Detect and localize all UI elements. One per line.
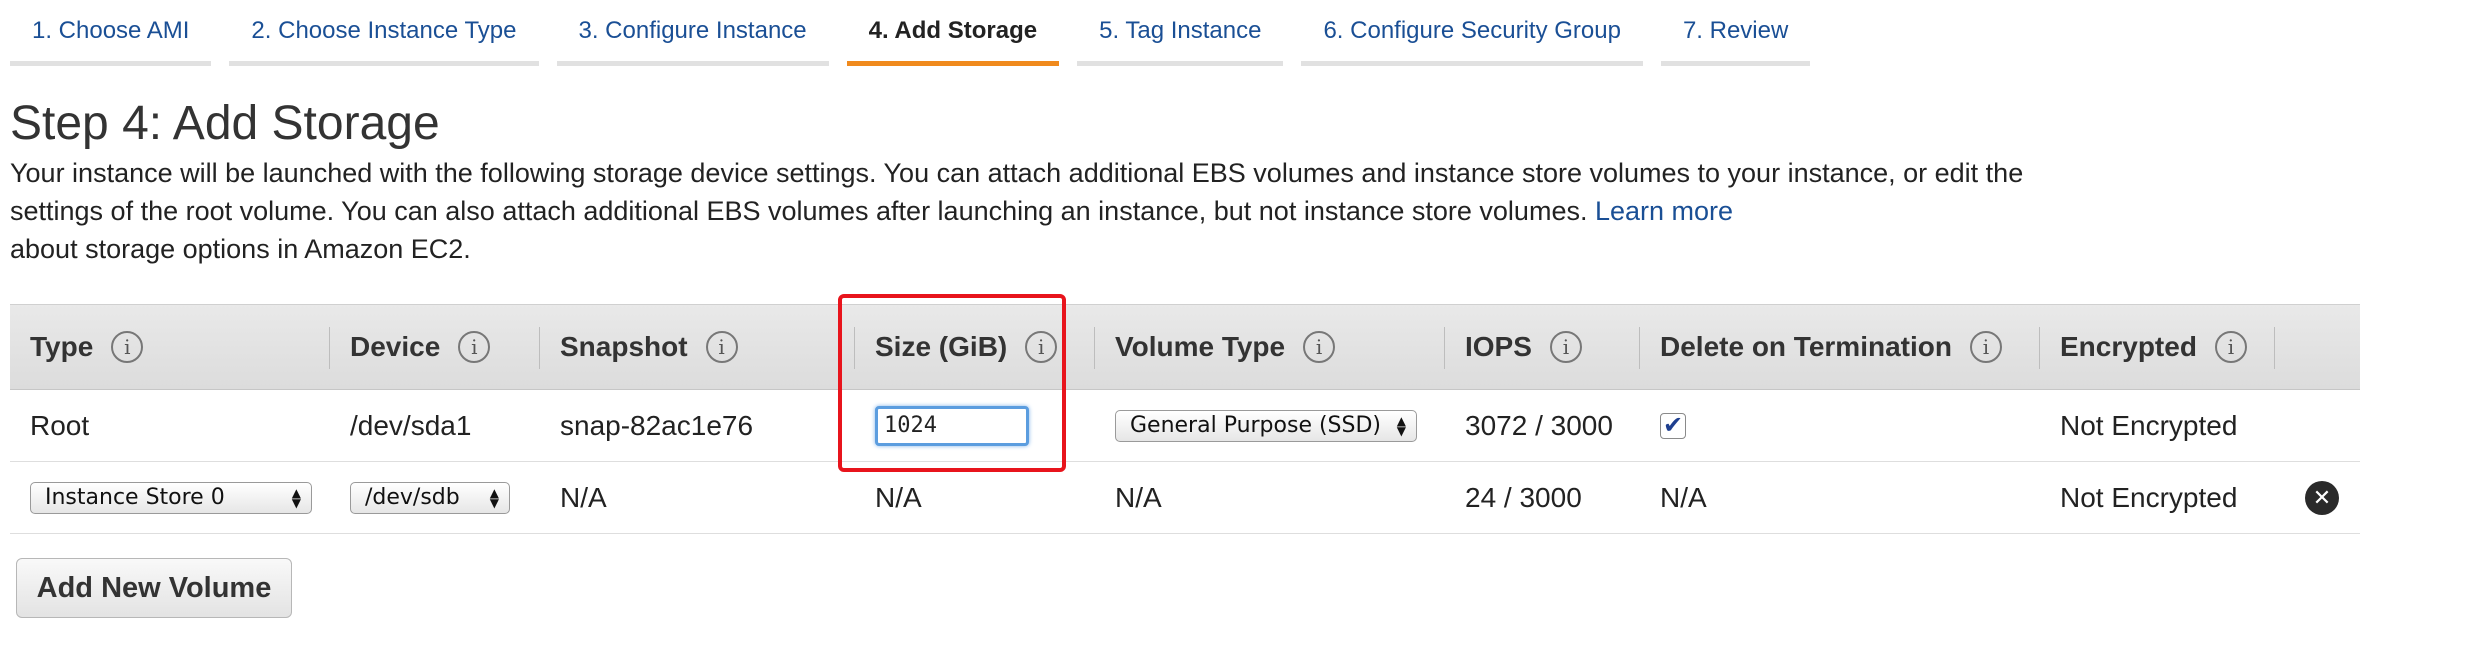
info-icon[interactable]: i (705, 331, 738, 363)
info-icon[interactable]: i (1549, 331, 1582, 363)
checkmark-icon: ✔ (1662, 412, 1684, 439)
intro-suffix: about storage options in Amazon EC2. (10, 234, 471, 264)
column-header-type: Type i (10, 305, 330, 389)
table-header: Type i Device i Snapshot i Size (GiB) i Volu… (10, 304, 2360, 390)
cell-size: N/A (875, 481, 922, 513)
select-value: /dev/sdb (365, 485, 460, 510)
column-label: Type (30, 331, 94, 362)
cell-snapshot: N/A (560, 481, 607, 513)
cell-delete-on-termination: N/A (1660, 481, 1707, 513)
cell-snapshot: snap-82ac1e76 (560, 409, 754, 441)
table-row: Instance Store 0 ▲ ▼ /dev/sdb ▲ ▼ N/A N/A … (10, 462, 2360, 534)
column-header-encrypted: Encrypted i (2040, 305, 2275, 389)
tab-choose-instance-type[interactable]: 2. Choose Instance Type (229, 0, 539, 66)
cell-encrypted: Not Encrypted (2060, 481, 2238, 513)
select-arrows-icon: ▲ ▼ (1396, 413, 1406, 438)
info-icon[interactable]: i (1969, 331, 2002, 363)
info-icon[interactable]: i (1025, 331, 1058, 363)
cell-size (855, 390, 1095, 461)
column-label: Snapshot (560, 331, 688, 362)
add-new-volume-button[interactable]: Add New Volume (16, 558, 292, 618)
cell-device: /dev/sda1 (350, 409, 472, 441)
cell-volume-type: N/A (1115, 481, 1162, 513)
tab-add-storage[interactable]: 4. Add Storage (846, 0, 1060, 66)
size-input[interactable] (875, 405, 1029, 446)
remove-volume-icon[interactable]: ✕ (2305, 480, 2339, 515)
column-label: Delete on Termination (1660, 331, 1952, 362)
cell-iops: 24 / 3000 (1465, 481, 1582, 513)
column-label: Encrypted (2060, 331, 2197, 362)
wizard-steps: 1. Choose AMI 2. Choose Instance Type 3.… (10, 0, 1828, 66)
intro-text: Your instance will be launched with the … (10, 154, 2070, 268)
tab-configure-instance[interactable]: 3. Configure Instance (556, 0, 829, 66)
info-icon[interactable]: i (1303, 331, 1336, 363)
select-arrows-icon: ▲ ▼ (489, 485, 499, 510)
column-header-snapshot: Snapshot i (540, 305, 855, 389)
column-header-actions (2275, 305, 2360, 389)
column-label: IOPS (1465, 331, 1532, 362)
delete-on-termination-checkbox[interactable]: ✔ (1660, 412, 1686, 439)
column-header-size: Size (GiB) i (855, 305, 1095, 389)
column-header-delete-on-termination: Delete on Termination i (1640, 305, 2040, 389)
instance-store-select[interactable]: Instance Store 0 ▲ ▼ (30, 481, 312, 514)
device-select[interactable]: /dev/sdb ▲ ▼ (350, 481, 510, 514)
column-header-iops: IOPS i (1445, 305, 1640, 389)
tab-configure-security-group[interactable]: 6. Configure Security Group (1301, 0, 1643, 66)
column-label: Size (GiB) (875, 331, 1008, 362)
cell-delete-on-termination: ✔ (1640, 390, 2040, 461)
info-icon[interactable]: i (458, 331, 491, 363)
cell-device: /dev/sdb ▲ ▼ (330, 462, 540, 533)
tab-tag-instance[interactable]: 5. Tag Instance (1077, 0, 1284, 66)
column-header-volume-type: Volume Type i (1095, 305, 1445, 389)
cell-encrypted: Not Encrypted (2060, 409, 2238, 441)
page-title: Step 4: Add Storage (10, 97, 440, 150)
select-value: General Purpose (SSD) (1130, 413, 1382, 438)
cell-iops: 3072 / 3000 (1465, 409, 1613, 441)
cell-type: Root (30, 409, 90, 441)
cell-type: Instance Store 0 ▲ ▼ (10, 462, 330, 533)
tab-choose-ami[interactable]: 1. Choose AMI (10, 0, 212, 66)
select-arrows-icon: ▲ ▼ (291, 485, 301, 510)
column-header-device: Device i (330, 305, 540, 389)
column-label: Volume Type (1115, 331, 1286, 362)
table-row: Root /dev/sda1 snap-82ac1e76 General Pur… (10, 390, 2360, 462)
cell-actions: ✕ (2275, 462, 2360, 533)
select-value: Instance Store 0 (45, 485, 225, 510)
learn-more-link[interactable]: Learn more (1595, 196, 1733, 226)
info-icon[interactable]: i (111, 331, 144, 363)
cell-actions (2275, 390, 2360, 461)
column-label: Device (350, 331, 441, 362)
cell-volume-type: General Purpose (SSD) ▲ ▼ (1095, 390, 1445, 461)
tab-review[interactable]: 7. Review (1660, 0, 1811, 66)
storage-table: Type i Device i Snapshot i Size (GiB) i Volu… (10, 304, 2360, 534)
volume-type-select[interactable]: General Purpose (SSD) ▲ ▼ (1115, 409, 1417, 442)
info-icon[interactable]: i (2214, 331, 2247, 363)
